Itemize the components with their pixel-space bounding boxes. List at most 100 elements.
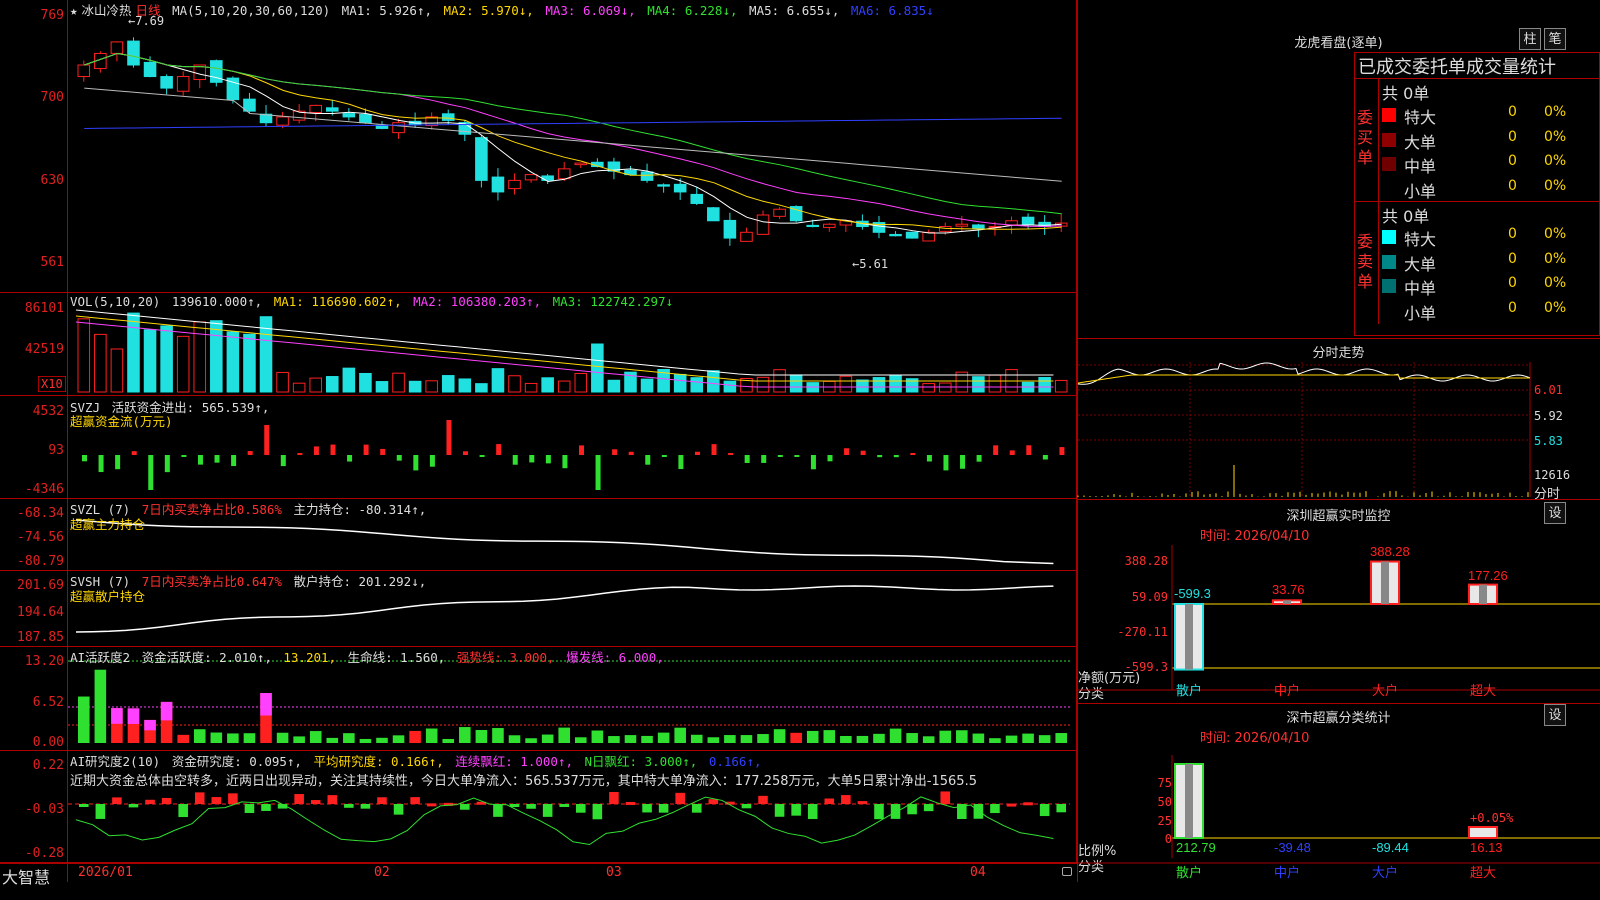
activity-bar <box>641 735 653 743</box>
classify-title: 深市超赢分类统计 <box>1286 711 1391 726</box>
volume-bar <box>789 374 803 393</box>
svsh-tick: 201.69 <box>17 578 64 593</box>
volume-bar <box>491 368 505 393</box>
volume-bar <box>193 321 207 393</box>
intraday-tick: 5.92 <box>1534 409 1563 423</box>
activity-bar <box>806 730 819 743</box>
row-percent: 0% <box>1544 177 1567 194</box>
volume-bar <box>972 376 985 393</box>
candle-body <box>326 107 339 112</box>
activity-bar <box>575 737 587 743</box>
flow-bar <box>297 453 303 455</box>
activity-bar <box>707 737 720 743</box>
intraday-panel[interactable] <box>1077 338 1600 500</box>
flow-bar <box>976 455 982 462</box>
flow-bar <box>496 444 502 455</box>
row-label: 中单 <box>1404 279 1437 298</box>
monitor-settings-button[interactable]: 设 <box>1544 502 1566 524</box>
color-swatch <box>1382 230 1396 244</box>
vol-ma-line <box>75 309 1054 376</box>
ai1-tick: 0.00 <box>32 735 64 750</box>
flow-bar <box>396 455 402 461</box>
activity-bar <box>442 738 455 743</box>
volume-bar <box>392 372 405 393</box>
flow-bar <box>164 455 170 473</box>
svzl-tick: -68.34 <box>17 506 64 521</box>
volume-bar <box>839 375 853 393</box>
flow-bar <box>711 444 717 455</box>
volume-bar <box>94 333 107 393</box>
tick-mode-button[interactable]: 笔 <box>1544 28 1566 50</box>
research-bar <box>774 804 785 817</box>
stock-name: 冰山冷热 <box>81 3 132 18</box>
flow-bar <box>910 453 916 455</box>
candle-body <box>176 76 190 92</box>
research-bar <box>857 801 868 805</box>
dragon-row: 小单 0 0% <box>1380 177 1600 201</box>
activity-bar <box>425 728 438 743</box>
activity-bar <box>376 737 388 743</box>
high-price-marker: ←7.69 <box>128 14 165 28</box>
price-tick: 700 <box>40 90 64 105</box>
classify-time: 时间: 2026/04/10 <box>1200 731 1310 746</box>
volume-bar <box>574 372 588 393</box>
research-bar <box>758 795 768 804</box>
classify-divider <box>1077 703 1600 704</box>
ai1-tick: 13.20 <box>24 654 64 669</box>
research-bar <box>526 804 536 809</box>
activity-bar <box>674 727 686 743</box>
svzj-tick: 4532 <box>32 404 64 419</box>
bar-mode-button[interactable]: 柱 <box>1519 28 1541 50</box>
candle-body <box>110 41 124 54</box>
classify-settings-button[interactable]: 设 <box>1544 704 1566 726</box>
svsh-sub: 超赢散户持仓 <box>70 589 146 604</box>
activity-bar <box>409 730 421 743</box>
activity-bar <box>740 735 753 743</box>
flow-bar <box>363 444 369 455</box>
vol-ma-line <box>75 315 1054 382</box>
activity-bar <box>1022 733 1034 743</box>
flow-bar <box>313 446 319 455</box>
candle-body <box>673 183 687 193</box>
flow-bar <box>247 451 253 455</box>
dragon-row: 特大 0 0% <box>1380 226 1600 249</box>
lock-icon[interactable] <box>1062 867 1072 876</box>
candle-body <box>309 104 322 114</box>
activity-bar-top <box>160 701 173 721</box>
activity-bar <box>558 727 570 743</box>
volume-bar <box>176 335 190 393</box>
ai1-c: 生命线: 1.560, <box>347 650 446 665</box>
activity-bar <box>972 733 985 743</box>
row-label: 特大 <box>1404 230 1437 249</box>
star-icon[interactable]: ★ <box>70 3 78 18</box>
research-bar <box>576 804 586 813</box>
volume-bar <box>309 377 322 393</box>
row-count: 0 <box>1508 128 1517 145</box>
ai2-d: N日飘红: 3.000↑, <box>584 754 698 769</box>
volume-bar <box>127 312 140 393</box>
x-tick: 04 <box>970 865 986 880</box>
volume-bar <box>292 382 306 393</box>
candle-body <box>77 64 91 78</box>
ai-comment: 近期大资金总体由空转多，近两日出现异动，关注其持续性，今日大单净流入：565.5… <box>70 774 977 789</box>
volume-bar <box>475 383 488 393</box>
activity-bar <box>823 730 836 743</box>
dragon-row: 大单 0 0% <box>1380 128 1600 152</box>
candle-body <box>143 61 157 78</box>
ai1-b: 13.201, <box>283 650 337 665</box>
row-count: 0 <box>1508 104 1517 120</box>
activity-bar <box>78 696 90 743</box>
flow-bar <box>728 453 734 455</box>
candle-body <box>127 40 140 66</box>
flow-bar <box>413 455 419 471</box>
volume-bar <box>375 381 389 393</box>
classify-note: +0.05% <box>1470 811 1514 825</box>
volume-bar <box>458 378 472 393</box>
flow-bar <box>231 455 237 467</box>
brand-logo[interactable]: 大智慧 <box>2 864 50 888</box>
research-bar <box>907 804 917 815</box>
candle-body <box>773 208 786 217</box>
intraday-tick: 6.01 <box>1534 383 1563 397</box>
classify-tick: 75 <box>1157 776 1172 790</box>
flow-bar <box>777 455 783 457</box>
